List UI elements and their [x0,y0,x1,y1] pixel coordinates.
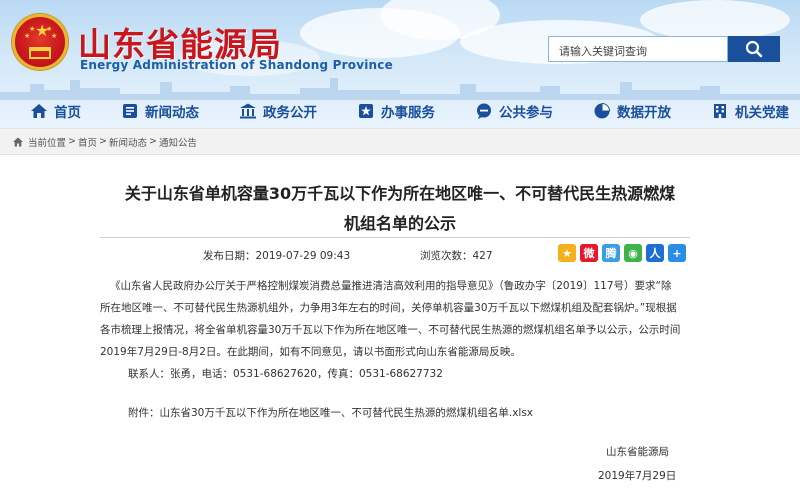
news-icon [123,104,137,118]
breadcrumb-link-home[interactable]: 首页 [78,135,97,149]
paragraph-line: 所在地区唯一、不可替代民生热源机组外，力争用3年左右的时间，关停单机容量30万千… [100,302,677,314]
nav-item-label: 办事服务 [381,105,435,121]
main-nav: 首页 新闻动态 政务公开 办事服务 公共参与 数据开放 机关党建 [0,94,800,128]
view-count: 浏览次数：427 [420,250,493,262]
chat-bubble-icon [477,103,491,119]
building-icon [714,104,726,118]
national-emblem-logo: ★ ★ ★ ★ ★ [12,14,68,70]
government-building-icon [240,103,256,119]
nav-item-label: 新闻动态 [145,105,199,121]
nav-item-services[interactable]: 办事服务 [357,94,435,128]
nav-item-label: 公共参与 [499,105,553,121]
nav-item-news[interactable]: 新闻动态 [121,94,199,128]
search-input[interactable]: 请输入关键词查询 [548,36,728,62]
article-title-line-1: 关于山东省单机容量30万千瓦以下作为所在地区唯一、不可替代民生热源燃煤 [124,184,676,203]
signature-organization: 山东省能源局 [606,446,669,458]
qzone-icon[interactable]: ★ [558,244,576,262]
title-divider [100,237,690,238]
nav-item-label: 数据开放 [617,105,671,121]
nav-item-government-affairs[interactable]: 政务公开 [239,94,317,128]
paragraph-line: 《山东省人民政府办公厅关于严格控制煤炭消费总量推进清洁高效利用的指导意见》（鲁政… [110,280,672,292]
search-button[interactable] [728,36,780,62]
nav-item-open-data[interactable]: 数据开放 [593,94,671,128]
renren-icon[interactable]: 人 [646,244,664,262]
weibo-icon[interactable]: 微 [580,244,598,262]
publish-date: 发布日期：2019-07-29 09:43 [203,250,351,262]
nav-item-home[interactable]: 首页 [30,94,81,128]
share-bar: ★ 微 腾 ◉ 人 + [558,244,686,262]
breadcrumb-prefix: 当前位置 [28,137,67,149]
breadcrumb-link-news[interactable]: 新闻动态 [109,135,147,149]
nav-item-label: 政务公开 [263,105,317,121]
site-header: ★ ★ ★ ★ ★ 山东省能源局 Energy Administration o… [0,0,800,128]
nav-item-label: 机关党建 [735,105,789,121]
nav-item-public-participation[interactable]: 公共参与 [475,94,553,128]
search-icon [745,40,763,58]
tencent-weibo-icon[interactable]: 腾 [602,244,620,262]
attachment-link[interactable]: 附件：山东省30万千瓦以下作为所在地区唯一、不可替代民生热源的燃煤机组名单.xl… [128,402,708,424]
breadcrumb-link-notices[interactable]: 通知公告 [159,135,197,149]
home-small-icon [13,137,23,146]
home-icon [31,104,47,118]
contact-info: 联系人：张勇，电话：0531-68627620，传真：0531-68627732 [128,368,443,380]
signature-date: 2019年7月29日 [598,470,677,482]
breadcrumb: 当前位置 > 首页 > 新闻动态 > 通知公告 [0,128,800,155]
pie-chart-icon [594,102,611,119]
wechat-icon[interactable]: ◉ [624,244,642,262]
paragraph-line: 各市梳理上报情况，将全省单机容量30万千瓦以下作为所在地区唯一、不可替代民生热源… [100,324,681,336]
site-subtitle: Energy Administration of Shandong Provin… [80,58,393,72]
nav-item-label: 首页 [54,105,81,121]
nav-item-party-building[interactable]: 机关党建 [711,94,789,128]
more-share-icon[interactable]: + [668,244,686,262]
article-title-line-2: 机组名单的公示 [343,214,456,233]
paragraph-line: 2019年7月29日-8月2日。在此期间，如有不同意见，请以书面形式向山东省能源… [100,346,521,358]
service-icon [359,104,373,118]
